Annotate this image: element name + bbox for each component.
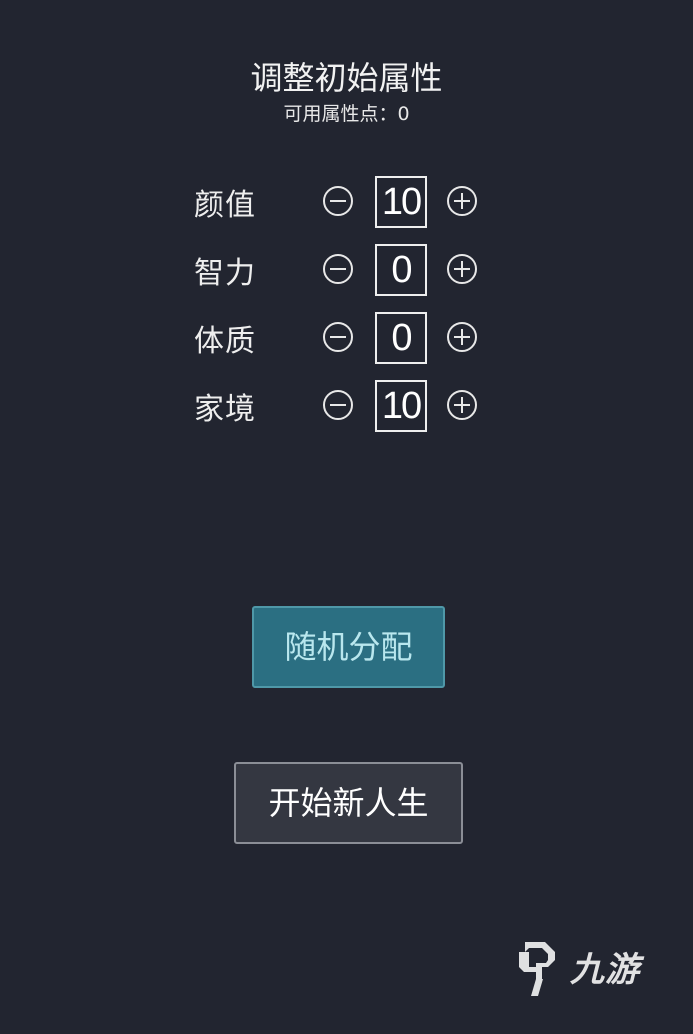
- attribute-label-appearance: 颜值: [194, 188, 256, 223]
- jiuyou-logo-icon: [519, 942, 555, 996]
- attribute-label-family: 家境: [194, 392, 256, 427]
- decrease-appearance-minus-icon[interactable]: [323, 186, 353, 216]
- increase-appearance-plus-icon[interactable]: [447, 186, 477, 216]
- attribute-label-constitution: 体质: [194, 324, 256, 359]
- decrease-family-minus-icon[interactable]: [323, 390, 353, 420]
- attribute-row-family: 家境 10: [190, 378, 490, 446]
- attribute-row-constitution: 体质 0: [190, 310, 490, 378]
- jiuyou-watermark: 九游: [512, 934, 672, 1004]
- increase-family-plus-icon[interactable]: [447, 390, 477, 420]
- increase-intelligence-plus-icon[interactable]: [447, 254, 477, 284]
- attribute-list: 颜值 10 智力 0 体质 0 家境 10: [190, 174, 490, 446]
- attribute-value-constitution[interactable]: 0: [375, 312, 427, 364]
- decrease-constitution-minus-icon[interactable]: [323, 322, 353, 352]
- attribute-value-intelligence[interactable]: 0: [375, 244, 427, 296]
- increase-constitution-plus-icon[interactable]: [447, 322, 477, 352]
- start-new-life-button[interactable]: 开始新人生: [234, 762, 463, 844]
- attribute-value-family[interactable]: 10: [375, 380, 427, 432]
- attribute-allocation-screen: 调整初始属性 可用属性点：0 颜值 10 智力 0 体质 0 家境 10 随机分…: [0, 0, 693, 1034]
- attribute-row-appearance: 颜值 10: [190, 174, 490, 242]
- available-points-text: 可用属性点：0: [283, 103, 410, 125]
- decrease-intelligence-minus-icon[interactable]: [323, 254, 353, 284]
- attribute-label-intelligence: 智力: [194, 256, 256, 291]
- random-allocate-button[interactable]: 随机分配: [252, 606, 445, 688]
- attribute-row-intelligence: 智力 0: [190, 242, 490, 310]
- page-title: 调整初始属性: [250, 59, 443, 97]
- attribute-value-appearance[interactable]: 10: [375, 176, 427, 228]
- watermark-text: 九游: [570, 950, 640, 990]
